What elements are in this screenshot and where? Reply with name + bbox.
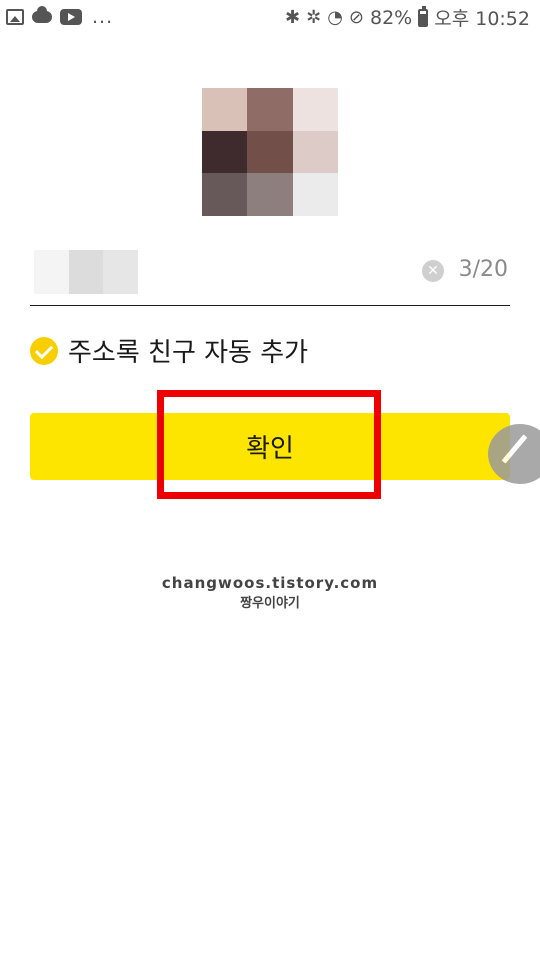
name-field[interactable]: ✕ 3/20 <box>30 246 510 306</box>
pencil-icon <box>501 434 528 464</box>
battery-icon <box>418 5 429 27</box>
auto-add-label: 주소록 친구 자동 추가 <box>68 338 309 368</box>
battery-percent: 82% <box>370 6 413 29</box>
status-bar: ... ✱ ✲ ◔ ⊘ 82% 오후 10:52 <box>0 0 540 36</box>
overflow-dots: ... <box>92 6 114 28</box>
clock: 오후 10:52 <box>434 8 530 30</box>
mosaic-cell <box>292 173 338 216</box>
blur-cell <box>103 250 139 294</box>
mosaic-cell <box>202 130 248 174</box>
watermark-name: 짱우이야기 <box>240 596 300 611</box>
mosaic-cell <box>202 173 248 216</box>
cloud-icon <box>32 6 52 23</box>
blur-cell <box>34 250 69 294</box>
clear-icon[interactable]: ✕ <box>422 260 444 282</box>
mosaic-cell <box>292 88 338 131</box>
confirm-button[interactable]: 확인 <box>30 413 510 480</box>
watermark: changwoos.tistory.com 짱우이야기 <box>0 574 540 611</box>
wifi-icon: ◔ <box>327 7 343 28</box>
auto-add-contacts-checkbox[interactable]: 주소록 친구 자동 추가 <box>30 332 308 369</box>
vibrate-icon: ✲ <box>306 7 322 28</box>
char-count: 3/20 <box>458 257 508 282</box>
check-icon[interactable] <box>30 336 58 365</box>
profile-photo[interactable] <box>202 88 338 216</box>
mosaic-cell <box>202 88 248 131</box>
mosaic-cell <box>292 130 338 174</box>
image-icon <box>6 9 24 25</box>
blurred-name-text <box>34 250 139 294</box>
mosaic-cell <box>247 130 293 174</box>
status-bar-right: ✱ ✲ ◔ ⊘ 82% 오후 10:52 <box>285 4 530 31</box>
name-input[interactable] <box>140 254 400 294</box>
youtube-icon <box>60 9 82 25</box>
status-bar-left: ... <box>6 6 113 28</box>
watermark-url: changwoos.tistory.com <box>161 574 379 592</box>
mosaic-cell <box>247 88 293 131</box>
do-not-disturb-icon: ⊘ <box>348 7 364 28</box>
blur-cell <box>68 250 104 294</box>
mosaic-cell <box>247 173 293 216</box>
bluetooth-icon: ✱ <box>285 7 301 28</box>
